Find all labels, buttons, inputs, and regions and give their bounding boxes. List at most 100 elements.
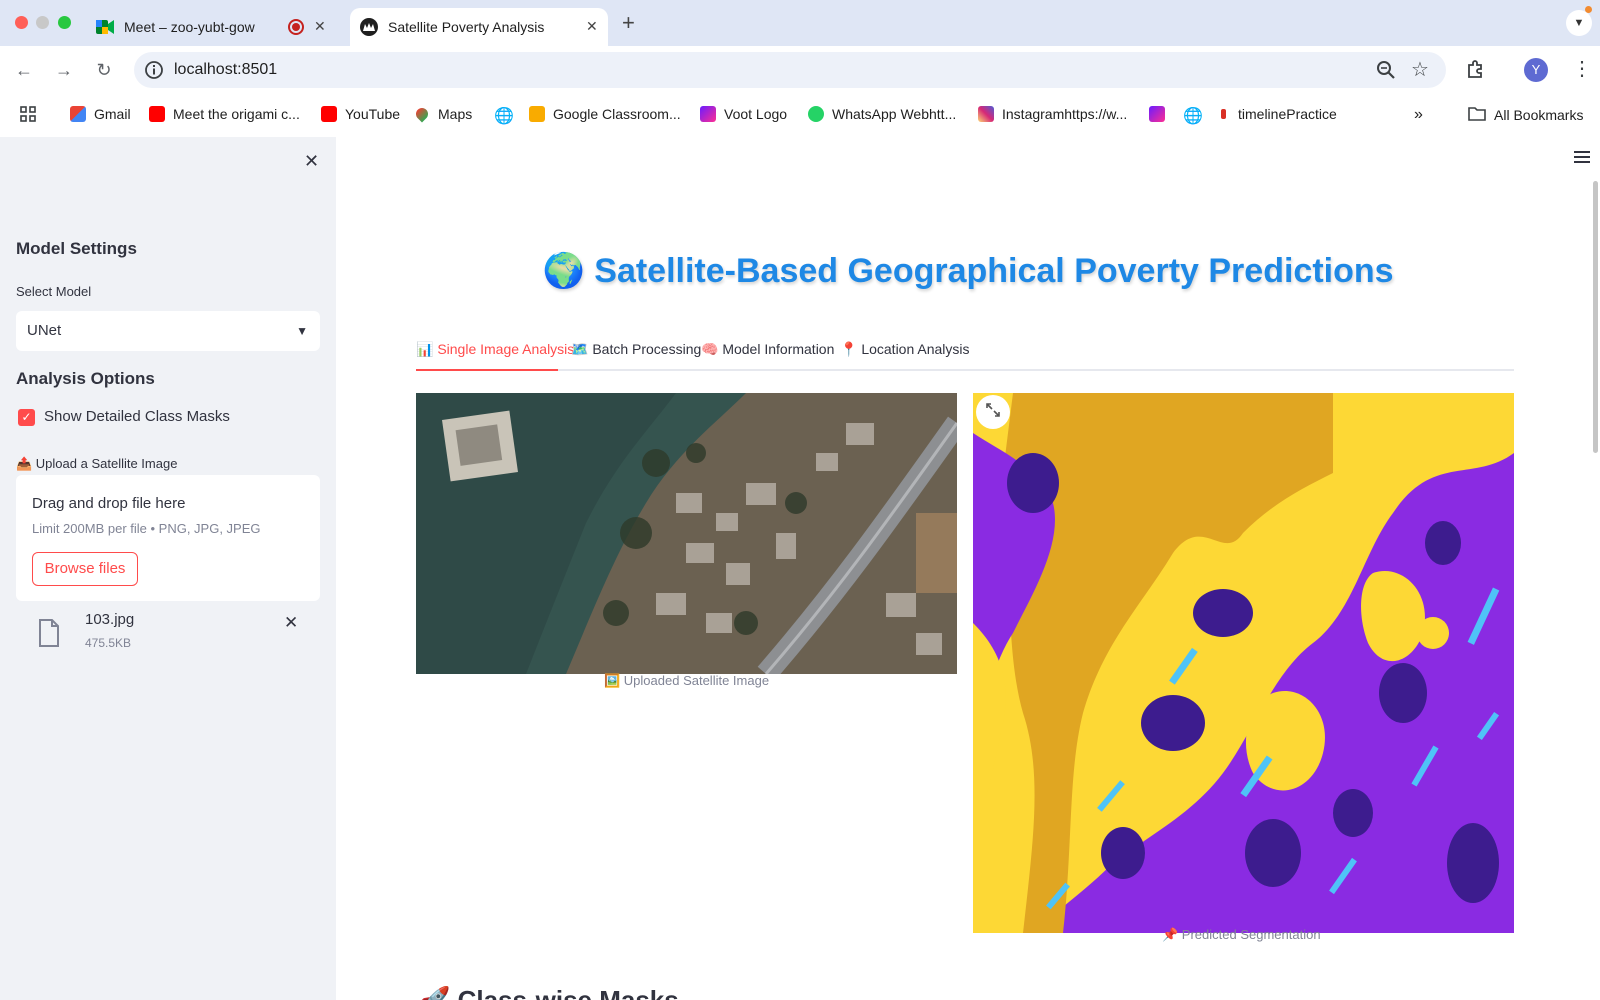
bookmark-label: timelinePractice <box>1238 106 1337 122</box>
youtube-icon <box>321 106 337 122</box>
bookmark-timeline[interactable]: timelinePractice <box>1221 106 1337 122</box>
bookmark-maps[interactable]: Maps <box>413 105 473 123</box>
bookmark-globe-2[interactable]: 🌐 <box>1183 106 1203 126</box>
tab-title: Satellite Poverty Analysis <box>388 19 545 35</box>
remove-file-icon[interactable]: ✕ <box>284 613 298 633</box>
zoom-icon[interactable] <box>1376 60 1396 85</box>
bookmark-youtube[interactable]: YouTube <box>321 106 400 122</box>
bookmark-instagram[interactable]: Instagramhttps://w... <box>978 106 1127 122</box>
close-sidebar-icon[interactable]: ✕ <box>304 151 319 172</box>
arrow-left-icon: ← <box>15 59 33 80</box>
check-icon: ✓ <box>21 410 32 424</box>
sidebar: ✕ Model Settings Select Model UNet ▼ Ana… <box>0 137 336 1000</box>
page-title: 🌍 Satellite-Based Geographical Poverty P… <box>336 251 1600 291</box>
apps-grid-icon[interactable] <box>20 106 37 128</box>
arrow-right-icon: → <box>55 59 73 80</box>
reload-icon: ↻ <box>96 59 112 80</box>
browser-toolbar: ← → ↻ localhost:8501 ☆ Y ⋮ <box>0 46 1600 94</box>
globe-icon: 🌍 <box>542 252 585 290</box>
forward-button[interactable]: → <box>52 58 76 82</box>
more-bookmarks-button[interactable]: » <box>1414 106 1423 124</box>
bookmark-voot[interactable]: Voot Logo <box>700 106 787 122</box>
analysis-options-heading: Analysis Options <box>16 369 155 388</box>
double-chevron-icon: » <box>1414 106 1423 123</box>
sparkle-icon <box>1149 106 1165 122</box>
bookmark-gmail[interactable]: Gmail <box>70 106 131 122</box>
close-tab-icon[interactable]: ✕ <box>586 18 598 35</box>
file-size: 475.5KB <box>85 636 132 650</box>
analysis-tabs: 📊 Single Image Analysis 🗺️ Batch Process… <box>416 333 1514 371</box>
file-icon <box>38 619 60 652</box>
bookmark-star-icon[interactable]: ☆ <box>1411 57 1429 82</box>
globe-icon: 🌐 <box>494 108 514 125</box>
page-title-text: Satellite-Based Geographical Poverty Pre… <box>594 252 1394 290</box>
close-window-button[interactable] <box>15 16 28 29</box>
model-select[interactable]: UNet ▼ <box>16 311 320 351</box>
bookmark-label: YouTube <box>345 106 401 122</box>
show-masks-checkbox[interactable]: ✓ <box>18 409 35 426</box>
reload-button[interactable]: ↻ <box>92 58 116 82</box>
notification-dot <box>1585 6 1592 13</box>
bookmark-globe-1[interactable]: 🌐 <box>494 106 514 126</box>
meet-icon <box>96 18 114 36</box>
site-info-icon[interactable] <box>144 60 164 80</box>
all-bookmarks-button[interactable]: All Bookmarks <box>1468 106 1583 124</box>
extensions-icon[interactable] <box>1466 59 1486 84</box>
bookmark-label: Meet the origami c... <box>173 106 300 122</box>
url-text: localhost:8501 <box>174 61 278 78</box>
prediction-caption: 📌 Predicted Segmentation <box>1162 927 1321 942</box>
close-tab-icon[interactable]: ✕ <box>314 18 326 35</box>
select-model-label: Select Model <box>16 284 92 299</box>
globe-icon: 🌐 <box>1183 108 1203 125</box>
browser-tab-satellite[interactable]: Satellite Poverty Analysis ✕ <box>350 8 608 46</box>
browser-tab-meet[interactable]: Meet – zoo-yubt-gow ✕ <box>90 8 340 46</box>
model-select-value: UNet <box>27 322 62 339</box>
back-button[interactable]: ← <box>12 58 36 82</box>
streamlit-icon <box>360 18 378 36</box>
tab-search-button[interactable]: ▼ <box>1566 10 1592 36</box>
browse-files-button[interactable]: Browse files <box>32 552 138 586</box>
dot-icon <box>1221 109 1226 119</box>
bookmark-label: Voot Logo <box>724 106 788 122</box>
bookmark-label: Google Classroom... <box>553 106 681 122</box>
file-name: 103.jpg <box>85 611 135 628</box>
tab-batch-processing[interactable]: 🗺️ Batch Processing <box>571 341 701 358</box>
tab-single-image[interactable]: 📊 Single Image Analysis <box>416 341 574 358</box>
uploaded-file-row: 103.jpg 475.5KB ✕ <box>16 609 320 659</box>
classroom-icon <box>529 106 545 122</box>
maps-icon <box>413 105 431 123</box>
predicted-segmentation-image <box>973 393 1514 933</box>
minimize-window-button[interactable] <box>36 16 49 29</box>
folder-icon <box>1468 106 1486 124</box>
bookmark-whatsapp[interactable]: WhatsApp Webhtt... <box>808 106 956 122</box>
expand-icon <box>985 402 1001 423</box>
address-bar[interactable]: localhost:8501 ☆ <box>134 52 1446 88</box>
all-bookmarks-label: All Bookmarks <box>1494 107 1584 123</box>
maximize-window-button[interactable] <box>58 16 71 29</box>
scrollbar[interactable] <box>1593 181 1598 453</box>
tab-title: Meet – zoo-yubt-gow <box>124 19 255 35</box>
fullscreen-button[interactable] <box>976 395 1010 429</box>
bookmark-label: WhatsApp Webhtt... <box>832 106 957 122</box>
upload-label: 📤 Upload a Satellite Image <box>16 456 178 471</box>
instagram-icon <box>978 106 994 122</box>
new-tab-button[interactable]: + <box>622 10 635 36</box>
browser-menu-button[interactable]: ⋮ <box>1572 56 1592 81</box>
bookmark-classroom[interactable]: Google Classroom... <box>529 106 681 122</box>
dropzone-limit: Limit 200MB per file • PNG, JPG, JPEG <box>32 521 261 536</box>
file-dropzone[interactable]: Drag and drop file here Limit 200MB per … <box>16 475 320 601</box>
youtube-icon <box>149 106 165 122</box>
bookmark-label: Maps <box>438 106 473 122</box>
recording-icon <box>288 19 304 35</box>
bookmark-star-app[interactable] <box>1149 106 1165 122</box>
show-masks-label[interactable]: Show Detailed Class Masks <box>44 408 230 425</box>
bookmark-origami[interactable]: Meet the origami c... <box>149 106 300 122</box>
tab-model-information[interactable]: 🧠 Model Information <box>701 341 834 358</box>
menu-icon[interactable] <box>1574 151 1590 166</box>
active-tab-indicator <box>416 369 558 371</box>
browser-tab-bar: Meet – zoo-yubt-gow ✕ Satellite Poverty … <box>0 0 1600 46</box>
caret-down-icon: ▼ <box>296 324 308 338</box>
tab-location-analysis[interactable]: 📍 Location Analysis <box>840 341 970 358</box>
class-masks-heading: 🚀 Class-wise Masks <box>418 985 679 1000</box>
profile-avatar[interactable]: Y <box>1524 58 1548 82</box>
